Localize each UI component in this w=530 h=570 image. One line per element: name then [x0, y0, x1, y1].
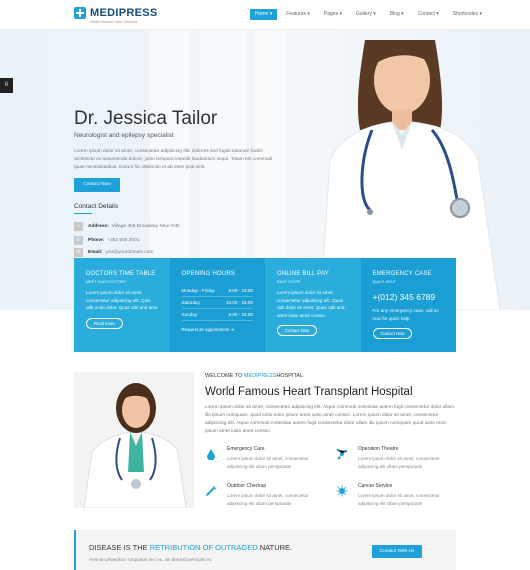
emergency-phone[interactable]: +(012) 345 6789	[373, 292, 445, 302]
info-subtitle: QUICK HELP	[372, 280, 396, 284]
read-more-button[interactable]: Read more	[86, 317, 123, 329]
doctor-specialty: Neurologist and epilepsy specialist	[74, 132, 174, 139]
info-text: Lorem ipsum dolor sit amet, consectetur …	[86, 290, 158, 310]
main-nav: Home ▾ Features ▾ Pages ▾ Gallery ▾ Blog…	[250, 9, 491, 20]
medical-cross-icon	[74, 7, 86, 19]
drop-icon	[207, 449, 215, 460]
feature-text: Lorem ipsum dolor sit amet, consectetur …	[227, 456, 309, 469]
side-panel-toggle[interactable]: li	[0, 78, 13, 93]
info-subtitle: MEET OUR DOCTORS	[86, 280, 126, 284]
info-boxes: DOCTORS TIME TABLE MEET OUR DOCTORS Lore…	[74, 258, 456, 352]
doctor-description: Lorem ipsum dolor sit amet, consectetur …	[74, 149, 273, 170]
cta-subtitle: Aenean phaedrum torquatos nec eu, vis de…	[89, 557, 213, 562]
heading-underline	[74, 213, 92, 214]
info-text: For any emergency case, call us now for …	[372, 308, 439, 321]
nav-features[interactable]: Features ▾	[281, 9, 315, 20]
info-subtitle: EASY STEPS	[277, 280, 301, 284]
logo-tagline: Health Medical Clinic Template	[90, 20, 138, 24]
arrow-circle-icon: ➜	[230, 327, 235, 332]
nav-gallery[interactable]: Gallery ▾	[351, 9, 381, 20]
phone-icon: ✆	[74, 236, 83, 245]
nav-shortcodes[interactable]: Shortcodes ▾	[448, 9, 487, 20]
contact-phone: ✆ Phone: +252 505 2001	[74, 236, 139, 245]
hours-row: Sunday 9:30 - 18.00	[181, 309, 253, 321]
feature-text: Lorem ipsum dolor sit amet, consectetur …	[358, 493, 440, 506]
timetable-box: DOCTORS TIME TABLE MEET OUR DOCTORS Lore…	[74, 258, 170, 352]
doctor-name: Dr. Jessica Tailor	[74, 108, 218, 129]
feature-text: Lorem ipsum dolor sit amet, consectetur …	[227, 493, 309, 506]
contact-now-button[interactable]: Contact Now	[372, 328, 413, 339]
feature-title: Emergency Care	[227, 446, 265, 452]
nav-blog[interactable]: Blog ▾	[385, 9, 409, 20]
site-header: MEDIPRESS Health Medical Clinic Template…	[0, 0, 530, 30]
hours-row: Monday - Friday 9:00 - 19:00	[181, 285, 253, 297]
info-title: DOCTORS TIME TABLE	[86, 271, 156, 277]
logo[interactable]: MEDIPRESS	[74, 7, 158, 19]
feature-title: Operation Theatre	[358, 446, 399, 452]
nav-pages[interactable]: Pages ▾	[319, 9, 347, 20]
appointment-link[interactable]: Request an appointment ➜	[182, 327, 254, 333]
feature-text: Lorem ipsum dolor sit amet, consectetur …	[358, 456, 440, 469]
bill-pay-box: ONLINE BILL PAY EASY STEPS Lorem ipsum d…	[265, 258, 361, 352]
nav-home[interactable]: Home ▾	[250, 9, 278, 20]
virus-icon	[336, 485, 348, 497]
map-icon: ⌂	[74, 222, 83, 231]
syringe-icon	[205, 485, 217, 497]
contact-now-button[interactable]: Contact Now	[277, 325, 317, 336]
doctor-photo	[74, 372, 194, 508]
logo-text: MEDIPRESS	[90, 6, 158, 19]
mail-icon: ✉	[74, 248, 83, 257]
welcome-title: World Famous Heart Transplant Hospital	[205, 386, 413, 398]
feature-title: Cancer Service	[358, 483, 393, 489]
molecule-icon	[336, 448, 348, 460]
welcome-description: Lorem ipsum dolor sit amet, consectetur …	[205, 405, 455, 434]
contact-address: ⌂ Address: Village 456 Broadway New York	[74, 222, 180, 231]
cta-band: DISEASE IS THE RETRIBUTION OF OUTRAGED N…	[74, 530, 456, 570]
nav-contact[interactable]: Contact ▾	[413, 9, 444, 20]
hours-row: Saturday 10.00 - 16.00	[181, 297, 253, 309]
feature-title: Outdoor Checkup	[227, 483, 267, 489]
opening-hours-box: OPENING HOURS Monday - Friday 9:00 - 19:0…	[169, 258, 265, 352]
info-text: Lorem ipsum dolor sit amet, consectetur …	[277, 290, 345, 318]
info-title: OPENING HOURS	[181, 271, 236, 277]
contact-now-button[interactable]: Contact Now	[74, 178, 120, 192]
cta-title: DISEASE IS THE RETRIBUTION OF OUTRAGED N…	[89, 543, 293, 552]
contact-details-heading: Contact Details	[74, 203, 119, 210]
emergency-box: EMERGENCY CASE QUICK HELP +(012) 345 678…	[360, 258, 456, 352]
info-title: ONLINE BILL PAY	[277, 271, 329, 277]
contact-email: ✉ Email: you@yourdomain.com	[74, 248, 153, 257]
contact-with-us-button[interactable]: Contact With Us	[372, 545, 422, 558]
info-title: EMERGENCY CASE	[372, 271, 432, 277]
welcome-kicker: WELCOME TO MEDIPRESSHOSPITAL	[205, 373, 304, 379]
